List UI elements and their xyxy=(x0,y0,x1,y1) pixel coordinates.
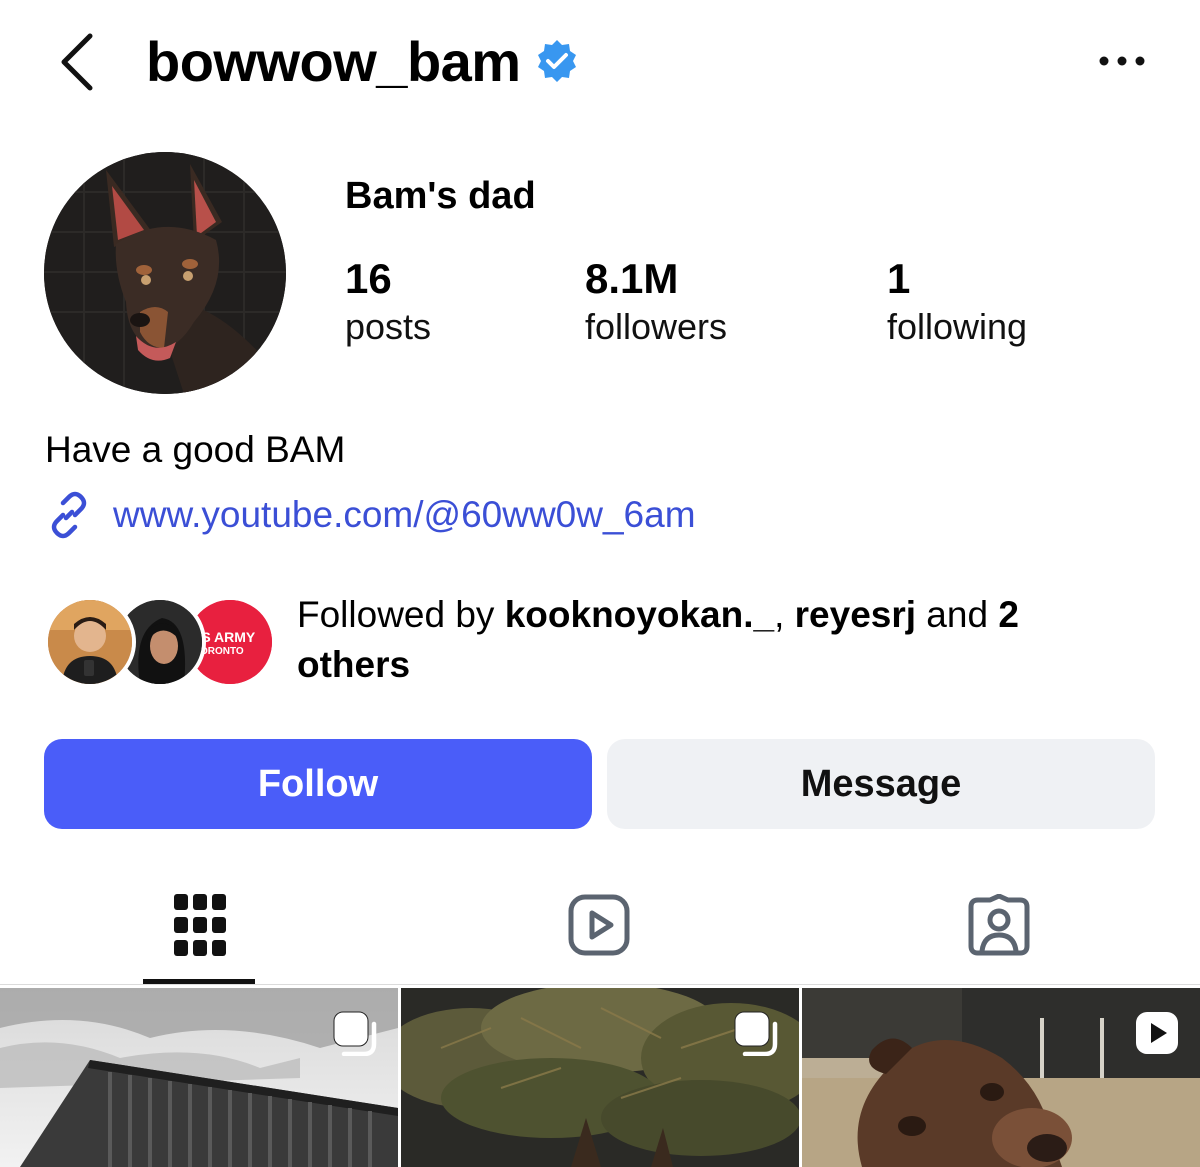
tab-tagged[interactable] xyxy=(944,880,1054,970)
reels-icon xyxy=(568,894,630,956)
followed-by-middle: and xyxy=(916,594,999,635)
verified-badge-icon xyxy=(534,38,580,84)
followed-by-user[interactable]: reyesrj xyxy=(795,594,916,635)
carousel-icon xyxy=(734,1011,778,1056)
followers-count-label: followers xyxy=(585,306,728,347)
post-thumbnail[interactable] xyxy=(802,988,1200,1167)
profile-bio: Have a good BAM xyxy=(45,429,346,470)
followed-by-separator: , xyxy=(774,594,795,635)
grid-icon xyxy=(174,894,226,956)
profile-link[interactable]: www.youtube.com/@60ww0w_6am xyxy=(45,490,696,540)
posts-count-label: posts xyxy=(345,306,432,347)
following-count-label: following xyxy=(887,306,1028,347)
posts-count-value: 16 xyxy=(345,255,392,302)
followers-count[interactable]: 8.1M followers xyxy=(585,254,727,350)
tagged-icon xyxy=(968,894,1030,956)
back-button[interactable] xyxy=(52,30,102,94)
post-thumbnail[interactable] xyxy=(0,988,398,1167)
follow-button[interactable]: Follow xyxy=(44,739,592,829)
tab-reels[interactable] xyxy=(544,880,654,970)
reel-play-icon xyxy=(1136,1012,1178,1054)
following-count[interactable]: 1 following xyxy=(887,254,1027,350)
display-name: Bam's dad xyxy=(345,175,536,217)
fav3-line2: ORONTO xyxy=(200,646,244,657)
tab-posts-grid[interactable] xyxy=(145,880,255,970)
profile-avatar[interactable] xyxy=(44,152,286,394)
posts-count[interactable]: 16 posts xyxy=(345,254,431,350)
dog-photo xyxy=(44,152,286,394)
follower-avatar-photo xyxy=(48,600,132,684)
chevron-left-icon xyxy=(61,33,93,91)
followers-count-value: 8.1M xyxy=(585,255,679,302)
link-icon xyxy=(51,491,87,539)
follower-avatar[interactable] xyxy=(44,596,136,688)
more-horizontal-icon xyxy=(1099,56,1145,66)
tabs-divider xyxy=(0,984,1200,985)
profile-link-text: www.youtube.com/@60ww0w_6am xyxy=(113,494,696,535)
followed-by-user[interactable]: kooknoyokan._ xyxy=(505,594,774,635)
profile-username: bowwow_bam xyxy=(146,30,521,93)
following-count-value: 1 xyxy=(887,255,911,302)
followed-by-text[interactable]: Followed by kooknoyokan._, reyesrj and 2… xyxy=(297,590,1117,690)
fav3-line1: 'S ARMY xyxy=(198,629,256,645)
message-button[interactable]: Message xyxy=(607,739,1155,829)
carousel-icon xyxy=(333,1011,377,1056)
more-options-button[interactable] xyxy=(1094,44,1150,78)
post-thumbnail[interactable] xyxy=(401,988,799,1167)
followed-by-prefix: Followed by xyxy=(297,594,505,635)
